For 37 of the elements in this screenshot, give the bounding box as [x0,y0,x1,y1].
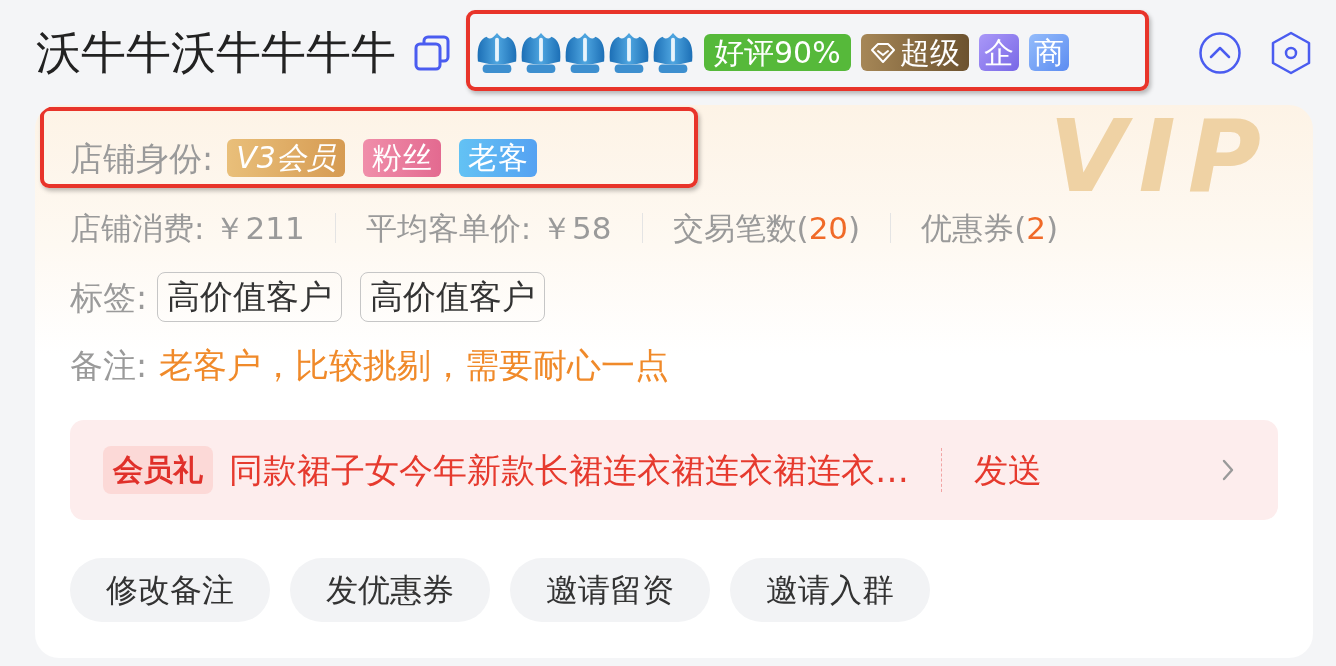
store-stat: 交易笔数(20) [672,212,861,244]
settings-icon[interactable] [1270,30,1312,75]
tags-label: 标签: [70,280,148,314]
crown-icon [608,31,650,74]
member-level-badge: V3会员 [227,139,345,177]
crown-icon [564,31,606,74]
identity-label: 店铺身份: [70,141,214,175]
vip-watermark-text: VIP [1049,107,1273,207]
merchant-badge: 商 [1028,34,1069,71]
chevron-up-icon[interactable] [1198,30,1242,75]
gem-icon [869,41,896,64]
store-stat: 平均客单价: ￥58 [365,212,612,244]
action-button[interactable]: 邀请入群 [730,558,930,622]
member-gift-bar[interactable]: 会员礼 同款裙子女今年新款长裙连衣裙连衣裙连衣… 发送 [70,420,1278,520]
action-button[interactable]: 修改备注 [70,558,270,622]
rating-badge: 好评90% [704,34,851,71]
remark-label: 备注: [70,348,148,382]
gift-tag: 会员礼 [103,446,213,494]
action-button[interactable]: 邀请留资 [510,558,710,622]
customer-tag: 高价值客户 [157,272,343,322]
remark-text: 老客户，比较挑剔，需要耐心一点 [159,348,670,382]
fan-badge: 粉丝 [362,139,441,177]
copy-icon[interactable] [414,34,450,71]
crown-icon [520,31,562,74]
enterprise-badge: 企 [978,34,1019,71]
customer-name: 沃牛牛沃牛牛牛牛 [36,30,396,75]
crown-icon [652,31,694,74]
regular-customer-badge: 老客 [458,139,537,177]
store-stat: 优惠券(2) [921,212,1059,244]
send-button[interactable]: 发送 [974,453,1042,487]
gift-product-text: 同款裙子女今年新款长裙连衣裙连衣裙连衣… [229,453,909,487]
action-button[interactable]: 发优惠券 [290,558,490,622]
chevron-right-icon[interactable] [1222,459,1234,481]
customer-tag: 高价值客户 [360,272,546,322]
crown-icon [476,31,518,74]
super-badge: 超级 [860,34,969,71]
store-stat: 店铺消费: ￥211 [70,212,305,244]
